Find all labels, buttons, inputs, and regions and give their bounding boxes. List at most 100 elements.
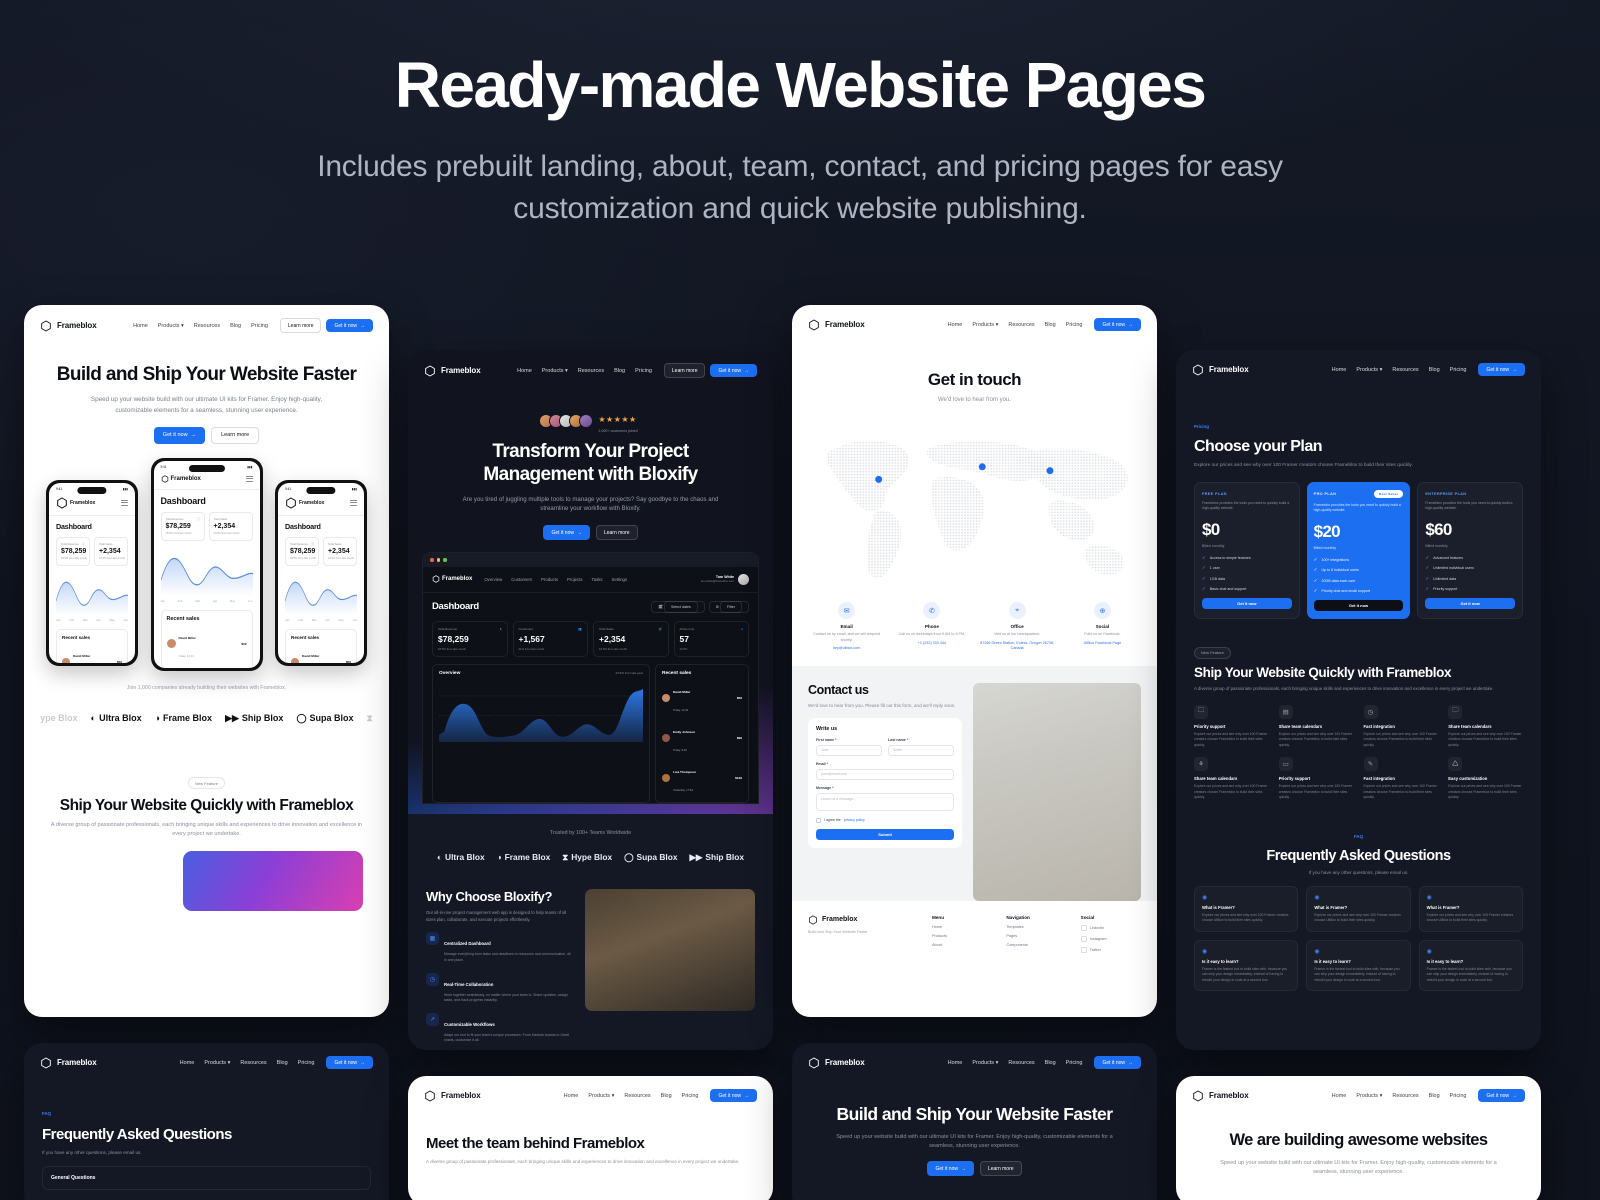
- nav-link-home[interactable]: Home: [1332, 367, 1347, 373]
- build-secondary-button[interactable]: Learn more: [979, 1161, 1022, 1177]
- template-card-about[interactable]: Frameblox Home Products ▾ Resources Blog…: [1176, 1076, 1541, 1200]
- email-input[interactable]: jane@email.com: [816, 768, 954, 780]
- template-card-contact[interactable]: Frameblox Home Products ▾ Resources Blog…: [792, 305, 1157, 1017]
- nav-link-blog[interactable]: Blog: [1045, 1060, 1056, 1066]
- menu-icon[interactable]: [121, 499, 128, 506]
- nav-link-blog[interactable]: Blog: [661, 1093, 672, 1099]
- template-card-build-ship[interactable]: Frameblox Home Products ▾ Resources Blog…: [792, 1043, 1157, 1200]
- hero-primary-button[interactable]: Get it now →: [543, 525, 590, 541]
- footer-link[interactable]: Products: [932, 934, 992, 938]
- nav-link-pricing[interactable]: Pricing: [1450, 367, 1467, 373]
- dash-nav-settings[interactable]: Settings: [612, 577, 628, 582]
- checkbox-icon[interactable]: [816, 817, 821, 823]
- nav-link-resources[interactable]: Resources: [1008, 1060, 1034, 1066]
- template-card-team[interactable]: Frameblox Home Products ▾ Resources Blog…: [408, 1076, 773, 1200]
- nav-link-resources[interactable]: Resources: [624, 1093, 650, 1099]
- template-card-landing[interactable]: Frameblox Home Products ▾ Resources Blog…: [24, 305, 389, 1017]
- first-name-input[interactable]: Jane: [816, 744, 882, 756]
- plan-cta-button[interactable]: Get it now: [1425, 598, 1516, 610]
- privacy-checkbox-row[interactable]: I agree the privacy policy: [816, 817, 954, 823]
- user-menu[interactable]: Tom White tom.white@frameblox.com: [701, 573, 749, 585]
- hero-secondary-button[interactable]: Learn more: [595, 525, 638, 541]
- last-name-input[interactable]: Smith: [888, 744, 954, 756]
- nav-link-pricing[interactable]: Pricing: [1066, 322, 1083, 328]
- nav-link-resources[interactable]: Resources: [194, 323, 220, 329]
- phone-link[interactable]: +1 (232) 333 444: [893, 641, 970, 647]
- get-it-now-button[interactable]: Get it now →: [326, 319, 373, 332]
- template-card-pricing[interactable]: Frameblox Home Products ▾ Resources Blog…: [1176, 350, 1541, 1050]
- plan-card-enterprise[interactable]: ENTERPRISE PLAN Frameblox provides the t…: [1417, 481, 1524, 620]
- faq-card[interactable]: ◉ What is Framer? Explore our prices and s…: [1194, 885, 1299, 932]
- learn-more-button[interactable]: Learn more: [663, 363, 706, 378]
- get-it-now-button[interactable]: Get it now →: [1478, 1089, 1525, 1102]
- get-it-now-button[interactable]: Get it now →: [1094, 1056, 1141, 1069]
- plan-card-pro[interactable]: PRO PLAN Best Seller Frameblox provides t…: [1306, 481, 1411, 620]
- faq-card[interactable]: ◉ Is it easy to learn? Framer is the faste…: [1306, 939, 1411, 992]
- nav-link-products[interactable]: Products ▾: [542, 368, 568, 374]
- menu-icon[interactable]: [350, 499, 357, 506]
- nav-link-products[interactable]: Products ▾: [1356, 367, 1382, 373]
- nav-link-home[interactable]: Home: [133, 323, 148, 329]
- nav-link-pricing[interactable]: Pricing: [635, 368, 652, 374]
- dash-nav-tasks[interactable]: Tasks: [592, 577, 603, 582]
- nav-link-resources[interactable]: Resources: [1008, 322, 1034, 328]
- faq-card[interactable]: ◉ What is Framer? Explore our prices and s…: [1418, 885, 1523, 932]
- nav-link-products[interactable]: Products ▾: [1356, 1093, 1382, 1099]
- nav-link-home[interactable]: Home: [564, 1093, 579, 1099]
- learn-more-button[interactable]: Learn more: [279, 318, 322, 333]
- footer-social-link[interactable]: Instagram: [1080, 935, 1141, 942]
- nav-link-home[interactable]: Home: [1332, 1093, 1347, 1099]
- footer-link[interactable]: About: [932, 943, 992, 947]
- nav-link-resources[interactable]: Resources: [1392, 1093, 1418, 1099]
- footer-social-link[interactable]: Twitter: [1080, 946, 1141, 953]
- nav-link-home[interactable]: Home: [517, 368, 532, 374]
- social-link[interactable]: UlBlox Facebook Page: [1064, 641, 1141, 647]
- template-card-project-management[interactable]: Frameblox Home Products ▾ Resources Blog…: [408, 350, 773, 1050]
- dash-nav-overview[interactable]: Overview: [484, 577, 502, 582]
- get-it-now-button[interactable]: Get it now →: [326, 1056, 373, 1069]
- nav-link-blog[interactable]: Blog: [277, 1060, 288, 1066]
- nav-link-home[interactable]: Home: [180, 1060, 195, 1066]
- nav-link-pricing[interactable]: Pricing: [1450, 1093, 1467, 1099]
- menu-icon[interactable]: [245, 475, 253, 482]
- nav-link-blog[interactable]: Blog: [1429, 367, 1440, 373]
- nav-link-pricing[interactable]: Pricing: [682, 1093, 699, 1099]
- nav-link-products[interactable]: Products ▾: [588, 1093, 614, 1099]
- template-card-faq[interactable]: Frameblox Home Products ▾ Resources Blog…: [24, 1043, 389, 1200]
- nav-link-resources[interactable]: Resources: [240, 1060, 266, 1066]
- faq-card[interactable]: ◉ Is it easy to learn? Framer is the faste…: [1194, 939, 1299, 992]
- faq-card[interactable]: ◉ What is Framer? Explore our prices and s…: [1306, 885, 1411, 932]
- footer-link[interactable]: Home: [932, 925, 992, 929]
- nav-link-blog[interactable]: Blog: [1429, 1093, 1440, 1099]
- submit-button[interactable]: Submit: [816, 828, 954, 840]
- hero-primary-button[interactable]: Get it now →: [153, 426, 206, 444]
- nav-link-blog[interactable]: Blog: [230, 323, 241, 329]
- nav-link-resources[interactable]: Resources: [1392, 367, 1418, 373]
- nav-link-blog[interactable]: Blog: [1045, 322, 1056, 328]
- message-textarea[interactable]: Leave us a message...: [816, 792, 954, 811]
- dash-nav-products[interactable]: Products: [541, 577, 558, 582]
- hero-secondary-button[interactable]: Learn more: [211, 426, 260, 444]
- nav-link-products[interactable]: Products ▾: [158, 323, 184, 329]
- get-it-now-button[interactable]: Get it now →: [1478, 363, 1525, 376]
- privacy-policy-link[interactable]: privacy policy: [844, 818, 865, 822]
- filter-button[interactable]: ⚙ Filter: [708, 600, 749, 613]
- nav-link-pricing[interactable]: Pricing: [298, 1060, 315, 1066]
- get-it-now-button[interactable]: Get it now →: [710, 364, 757, 377]
- dash-nav-customers[interactable]: Customers: [511, 577, 532, 582]
- nav-link-blog[interactable]: Blog: [614, 368, 625, 374]
- plan-card-free[interactable]: FREE PLAN Frameblox provides the tools y…: [1194, 481, 1300, 620]
- nav-link-pricing[interactable]: Pricing: [1066, 1060, 1083, 1066]
- footer-link[interactable]: Pages: [1006, 934, 1066, 938]
- nav-link-resources[interactable]: Resources: [578, 368, 604, 374]
- plan-cta-button[interactable]: Get it now: [1313, 600, 1404, 612]
- nav-link-home[interactable]: Home: [948, 1060, 963, 1066]
- footer-social-link[interactable]: LinkedIn: [1080, 924, 1141, 931]
- faq-card[interactable]: ◉ Is it easy to learn? Framer is the faste…: [1418, 939, 1523, 992]
- email-link[interactable]: hey@ulblox.com: [808, 646, 885, 652]
- nav-link-products[interactable]: Products ▾: [972, 322, 998, 328]
- nav-link-products[interactable]: Products ▾: [972, 1060, 998, 1066]
- dash-nav-projects[interactable]: Projects: [567, 577, 583, 582]
- footer-link[interactable]: Components: [1006, 943, 1066, 947]
- select-dates-button[interactable]: 🗓 Select dates: [651, 600, 705, 613]
